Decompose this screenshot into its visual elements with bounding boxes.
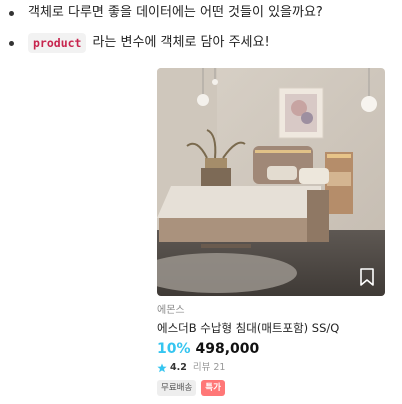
- special-price-badge: 특가: [201, 380, 225, 396]
- free-shipping-badge: 무료배송: [157, 380, 197, 396]
- product-image[interactable]: [157, 68, 385, 296]
- review-label: 리뷰: [192, 362, 211, 373]
- price-row: 10% 498,000: [157, 340, 385, 358]
- list-item: product 라는 변수에 객체로 담아 주세요!: [8, 33, 398, 53]
- instruction-text: 객체로 다루면 좋을 데이터에는 어떤 것들이 있을까요?: [28, 5, 323, 20]
- product-price: 498,000: [195, 341, 260, 357]
- review-count: 21: [213, 362, 226, 373]
- page: 객체로 다루면 좋을 데이터에는 어떤 것들이 있을까요? product 라는…: [0, 0, 402, 404]
- discount-rate: 10%: [157, 341, 191, 357]
- instruction-list: 객체로 다루면 좋을 데이터에는 어떤 것들이 있을까요? product 라는…: [8, 5, 398, 53]
- bullet-icon: [9, 40, 14, 46]
- product-card[interactable]: 에몬스 에스더B 수납형 침대(매트포함) SS/Q 10% 498,000 4…: [157, 68, 385, 396]
- star-icon: [157, 363, 167, 373]
- product-brand: 에몬스: [157, 305, 185, 316]
- bookmark-icon[interactable]: [359, 268, 375, 286]
- bed-photo-illustration: [157, 68, 385, 296]
- badge-group: 무료배송 특가: [157, 380, 385, 396]
- product-name[interactable]: 에스더B 수납형 침대(매트포함) SS/Q: [157, 321, 385, 335]
- rating-value: 4.2: [170, 362, 187, 373]
- instruction-text: 라는 변수에 객체로 담아 주세요!: [92, 35, 270, 50]
- code-snippet: product: [28, 33, 87, 53]
- rating-row: 4.2 리뷰 21: [157, 362, 385, 374]
- bullet-icon: [9, 10, 14, 16]
- list-item: 객체로 다루면 좋을 데이터에는 어떤 것들이 있을까요?: [8, 5, 398, 21]
